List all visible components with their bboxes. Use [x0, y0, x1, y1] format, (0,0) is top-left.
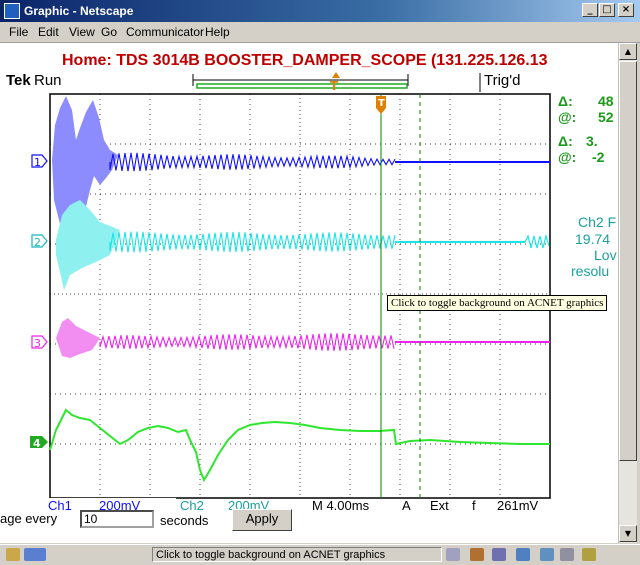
window-title: Graphic - Netscape: [24, 4, 134, 18]
edit-icon[interactable]: [560, 548, 574, 561]
svg-text:-2: -2: [592, 149, 605, 165]
channel-4-marker: 4: [30, 436, 48, 450]
component-icon[interactable]: [446, 548, 460, 561]
refresh-interval-input[interactable]: [80, 510, 154, 528]
menu-view[interactable]: View: [69, 25, 95, 39]
vertical-scrollbar[interactable]: ▲ ▼: [618, 43, 637, 543]
svg-text:Ch2 F: Ch2 F: [578, 214, 616, 230]
channel-1-marker: 1: [31, 154, 48, 169]
cursor-readouts: Δ: 48 @: 52 Δ: 3. @: -2: [558, 93, 614, 165]
scroll-up-arrow[interactable]: ▲: [619, 43, 637, 60]
apply-button[interactable]: Apply: [232, 509, 292, 531]
status-bar: Click to toggle background on ACNET grap…: [0, 544, 640, 565]
svg-text:2: 2: [34, 236, 41, 249]
trigger-marker-label: T: [378, 98, 385, 109]
record-trigger-marker: T: [330, 79, 339, 93]
maximize-button[interactable]: □: [599, 3, 615, 17]
print-icon[interactable]: [516, 548, 530, 561]
scope-brand: Tek: [6, 72, 31, 89]
netscape-app-icon: [4, 3, 20, 19]
svg-text:48: 48: [598, 93, 614, 109]
menu-go[interactable]: Go: [101, 25, 117, 39]
record-bar: T: [192, 72, 409, 93]
svg-text:Δ:: Δ:: [558, 93, 573, 109]
scroll-thumb[interactable]: [619, 61, 637, 461]
menu-help[interactable]: Help: [205, 25, 230, 39]
close-button[interactable]: ×: [618, 3, 634, 17]
minimize-button[interactable]: _: [582, 3, 598, 17]
svg-text:Lov: Lov: [594, 247, 617, 263]
lock-icon[interactable]: [6, 548, 20, 561]
scroll-down-arrow[interactable]: ▼: [619, 525, 637, 542]
bookmark-icon[interactable]: [492, 548, 506, 561]
scope-display[interactable]: Tek Run Trig'd T T 1 2 3 4 Δ: 48 @: 52 Δ…: [0, 43, 618, 543]
svg-text:M 4.00ms: M 4.00ms: [312, 498, 370, 513]
status-text: Click to toggle background on ACNET grap…: [152, 547, 442, 562]
svg-text:3.: 3.: [586, 133, 598, 149]
svg-text:resolu: resolu: [571, 263, 609, 279]
svg-text:261mV: 261mV: [497, 498, 539, 513]
tooltip: Click to toggle background on ACNET grap…: [387, 295, 608, 311]
refresh-unit: seconds: [160, 513, 209, 528]
menu-file[interactable]: File: [9, 25, 28, 39]
refresh-label: age every: [0, 511, 58, 526]
svg-text:Ch2: Ch2: [180, 498, 204, 513]
network-icon: [24, 548, 46, 561]
svg-text:f: f: [472, 498, 476, 513]
svg-text:Δ:: Δ:: [558, 133, 573, 149]
menu-communicator[interactable]: Communicator: [126, 25, 204, 39]
menu-edit[interactable]: Edit: [38, 25, 59, 39]
window-titlebar[interactable]: Graphic - Netscape _ □ ×: [0, 0, 640, 22]
scope-run-state: Run: [34, 72, 62, 89]
svg-text:19.74: 19.74: [575, 231, 610, 247]
svg-text:1: 1: [34, 156, 41, 169]
svg-text:52: 52: [598, 109, 614, 125]
channel-2-marker: 2: [31, 234, 48, 249]
svg-text:Ext: Ext: [430, 498, 449, 513]
menu-bar: File Edit View Go Communicator Help: [0, 22, 640, 43]
svg-text:@:: @:: [558, 109, 576, 125]
svg-text:4: 4: [33, 437, 41, 450]
channel-3-marker: 3: [31, 335, 48, 350]
security-icon[interactable]: [582, 548, 596, 561]
svg-text:@:: @:: [558, 149, 576, 165]
page-content: Home: TDS 3014B BOOSTER_DAMPER_SCOPE (13…: [0, 43, 618, 543]
mail-icon[interactable]: [470, 548, 484, 561]
svg-text:A: A: [402, 498, 411, 513]
svg-text:3: 3: [34, 337, 41, 350]
side-info: Ch2 F 19.74 Lov resolu: [571, 214, 617, 279]
chat-icon[interactable]: [540, 548, 554, 561]
scope-trig-state: Trig'd: [484, 72, 520, 89]
